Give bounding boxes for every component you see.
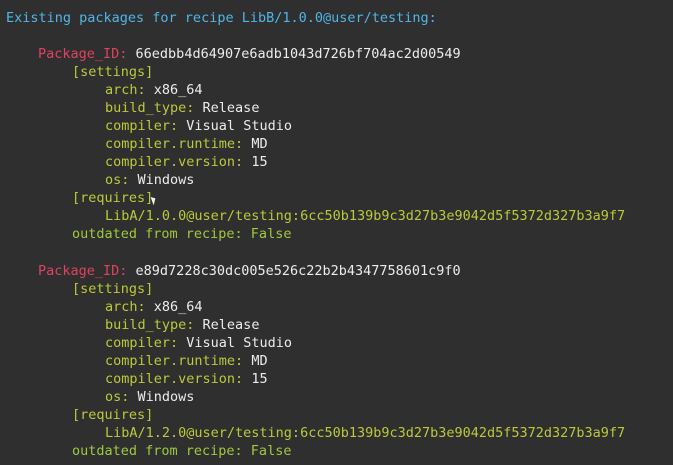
setting-key: compiler.version: xyxy=(105,371,244,387)
setting-key: build_type: xyxy=(105,317,195,333)
setting-key: compiler.runtime: xyxy=(105,353,244,369)
setting-row: compiler.runtime: MD xyxy=(105,352,268,370)
setting-key: os: xyxy=(105,172,130,188)
header-line: Existing packages for recipe LibB/1.0.0@… xyxy=(6,10,437,26)
setting-row: os: Windows xyxy=(105,388,194,406)
setting-key: compiler.version: xyxy=(105,154,244,170)
setting-key: compiler: xyxy=(105,335,179,351)
setting-value: 15 xyxy=(251,154,268,170)
package-id-label: Package_ID: xyxy=(38,46,128,62)
setting-row: compiler.version: 15 xyxy=(105,153,268,171)
setting-value: Visual Studio xyxy=(186,118,292,134)
setting-value: x86_64 xyxy=(153,299,203,315)
requires-label: [requires] xyxy=(72,190,154,206)
package-id-value: e89d7228c30dc005e526c22b2b4347758601c9f0 xyxy=(135,263,461,279)
setting-row: compiler: Visual Studio xyxy=(105,334,292,352)
setting-row: arch: x86_64 xyxy=(105,298,203,316)
package-id-line: Package_ID: e89d7228c30dc005e526c22b2b43… xyxy=(38,262,461,280)
setting-key: compiler.runtime: xyxy=(105,136,244,152)
setting-key: compiler: xyxy=(105,118,179,134)
package-id-line: Package_ID: 66edbb4d64907e6adb1043d726bf… xyxy=(38,45,461,63)
settings-label: [settings] xyxy=(72,64,154,80)
package-id-value: 66edbb4d64907e6adb1043d726bf704ac2d00549 xyxy=(135,46,461,62)
setting-value: Release xyxy=(202,100,260,116)
requires-value: LibA/1.0.0@user/testing:6cc50b139b9c3d27… xyxy=(105,208,626,224)
setting-key: arch: xyxy=(105,299,146,315)
setting-row: build_type: Release xyxy=(105,316,259,334)
setting-value: MD xyxy=(251,136,268,152)
package-id-label: Package_ID: xyxy=(38,263,128,279)
setting-key: os: xyxy=(105,389,130,405)
setting-value: Release xyxy=(202,317,260,333)
setting-value: Visual Studio xyxy=(186,335,292,351)
requires-label: [requires] xyxy=(72,407,154,423)
settings-label: [settings] xyxy=(72,281,154,297)
setting-value: Windows xyxy=(137,389,195,405)
setting-row: compiler.version: 15 xyxy=(105,370,268,388)
outdated-line: outdated from recipe: False xyxy=(72,226,292,242)
setting-row: os: Windows xyxy=(105,171,194,189)
setting-row: compiler: Visual Studio xyxy=(105,117,292,135)
setting-value: Windows xyxy=(137,172,195,188)
terminal-window: Existing packages for recipe LibB/1.0.0@… xyxy=(0,0,673,465)
setting-row: arch: x86_64 xyxy=(105,81,203,99)
outdated-line: outdated from recipe: False xyxy=(72,443,292,459)
setting-value: x86_64 xyxy=(153,82,203,98)
setting-row: build_type: Release xyxy=(105,99,259,117)
setting-value: MD xyxy=(251,353,268,369)
setting-key: arch: xyxy=(105,82,146,98)
setting-key: build_type: xyxy=(105,100,195,116)
setting-value: 15 xyxy=(251,371,268,387)
requires-value: LibA/1.2.0@user/testing:6cc50b139b9c3d27… xyxy=(105,425,626,441)
setting-row: compiler.runtime: MD xyxy=(105,135,268,153)
